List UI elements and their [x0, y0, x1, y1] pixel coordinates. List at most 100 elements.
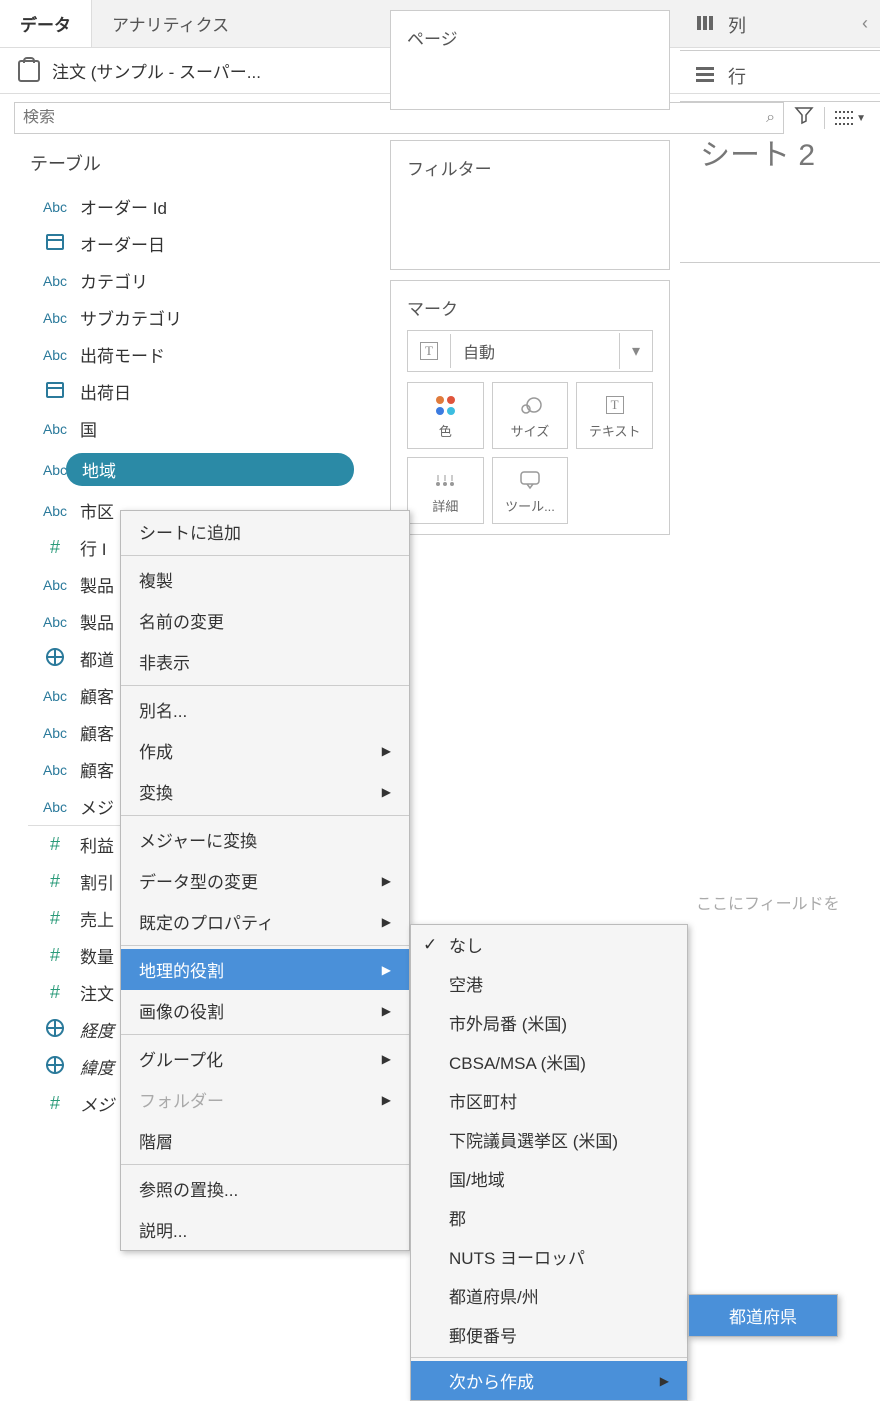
field-context-menu: シートに追加複製名前の変更非表示別名...作成▶変換▶ メジャーに変換データ型の変… [120, 510, 410, 1251]
field-name: 緯度 [80, 1054, 114, 1079]
submenu-item[interactable]: 市外局番 (米国) [411, 1003, 687, 1042]
context-menu-item[interactable]: 画像の役割▶ [121, 990, 409, 1031]
create-from-flyout: 都道府県 [688, 1294, 838, 1337]
pages-shelf[interactable]: ページ [390, 10, 670, 110]
submenu-item[interactable]: 市区町村 [411, 1081, 687, 1120]
abc-icon: Abc [36, 310, 74, 326]
submenu-item[interactable]: CBSA/MSA (米国) [411, 1042, 687, 1081]
context-menu-item[interactable]: 非表示 [121, 641, 409, 682]
field-pill-selected: 地域 [66, 453, 354, 486]
encoding-detail[interactable]: 詳細 [407, 457, 484, 524]
abc-icon: Abc [36, 799, 74, 815]
encoding-text[interactable]: T テキスト [576, 382, 653, 449]
size-icon [497, 391, 564, 419]
field-name: 顧客 [80, 757, 114, 782]
section-tables-title: テーブル [0, 142, 372, 188]
hash-icon: # [36, 945, 74, 966]
marks-title: マーク [401, 295, 659, 320]
field-name: カテゴリ [80, 268, 148, 293]
context-menu-item[interactable]: データ型の変更▶ [121, 860, 409, 901]
columns-shelf[interactable]: 列 [680, 0, 880, 51]
field-name: 市区 [80, 498, 114, 523]
submenu-item[interactable]: 空港 [411, 964, 687, 1003]
field-name: 経度 [80, 1017, 114, 1042]
context-menu-item[interactable]: 名前の変更 [121, 600, 409, 641]
submenu-item[interactable]: NUTS ヨーロッパ [411, 1237, 687, 1276]
context-menu-item[interactable]: メジャーに変換 [121, 819, 409, 860]
field-name: 製品 [80, 572, 114, 597]
submenu-item[interactable]: 下院議員選挙区 (米国) [411, 1120, 687, 1159]
field-item[interactable]: Abc カテゴリ [0, 262, 372, 299]
context-menu-item[interactable]: 地理的役割▶ [121, 949, 409, 990]
field-item[interactable]: Abc地域 [0, 447, 372, 492]
context-menu-item[interactable]: シートに追加 [121, 511, 409, 552]
context-menu-item[interactable]: 別名... [121, 689, 409, 730]
encoding-color[interactable]: 色 [407, 382, 484, 449]
flyout-item-prefecture[interactable]: 都道府県 [689, 1295, 837, 1336]
field-name: 製品 [80, 609, 114, 634]
context-menu-item: フォルダー▶ [121, 1079, 409, 1120]
tooltip-icon [497, 466, 564, 494]
context-menu-item[interactable]: 階層 [121, 1120, 409, 1161]
submenu-item[interactable]: 都道府県/州 [411, 1276, 687, 1315]
abc-icon: Abc [36, 421, 74, 437]
columns-icon [696, 15, 714, 36]
submenu-arrow-icon: ▶ [660, 1374, 669, 1388]
field-name: 顧客 [80, 683, 114, 708]
hash-icon: # [36, 1093, 74, 1114]
field-item[interactable]: Abc国 [0, 410, 372, 447]
tab-analytics-label: アナリティクス [112, 11, 229, 36]
encoding-tooltip[interactable]: ツール... [492, 457, 569, 524]
date-icon [36, 234, 74, 253]
sheet-title[interactable]: シート 2 [680, 102, 880, 202]
data-source-name: 注文 (サンプル - スーパー... [52, 58, 261, 83]
context-menu-item[interactable]: 変換▶ [121, 771, 409, 812]
submenu-item[interactable]: 国/地域 [411, 1159, 687, 1198]
context-menu-item[interactable]: 既定のプロパティ▶ [121, 901, 409, 942]
submenu-arrow-icon: ▶ [382, 1052, 391, 1066]
globe-icon [36, 1019, 74, 1040]
field-name: 割引 [80, 869, 114, 894]
context-menu-item[interactable]: 複製 [121, 559, 409, 600]
filters-shelf[interactable]: フィルター [390, 140, 670, 270]
field-name: メジ [80, 1091, 114, 1116]
field-name: サブカテゴリ [80, 305, 182, 330]
marks-type-dropdown-icon[interactable]: ▾ [619, 333, 652, 369]
submenu-arrow-icon: ▶ [382, 744, 391, 758]
submenu-item[interactable]: ✓なし [411, 925, 687, 964]
submenu-item[interactable]: 次から作成▶ [411, 1361, 687, 1400]
check-icon: ✓ [423, 935, 437, 955]
rows-shelf[interactable]: 行 [680, 51, 880, 102]
abc-icon: Abc [36, 762, 74, 778]
field-item[interactable]: Abc サブカテゴリ [0, 299, 372, 336]
context-menu-item[interactable]: 作成▶ [121, 730, 409, 771]
marks-encodings: 色 サイズ T テキスト 詳細 ツール... [401, 382, 659, 524]
field-name: メジ [80, 794, 114, 819]
context-menu-item[interactable]: 参照の置換... [121, 1168, 409, 1209]
encoding-size[interactable]: サイズ [492, 382, 569, 449]
detail-icon [412, 466, 479, 494]
field-item[interactable]: Abcオーダー Id [0, 188, 372, 225]
globe-icon [36, 1056, 74, 1077]
field-item[interactable]: オーダー日 [0, 225, 372, 262]
field-item[interactable]: 出荷日 [0, 373, 372, 410]
submenu-arrow-icon: ▶ [382, 874, 391, 888]
marks-type-label: 自動 [451, 331, 619, 371]
hash-icon: # [36, 908, 74, 929]
field-name: オーダー Id [80, 194, 167, 219]
submenu-arrow-icon: ▶ [382, 1004, 391, 1018]
submenu-item[interactable]: 郡 [411, 1198, 687, 1237]
field-item[interactable]: Abc出荷モード [0, 336, 372, 373]
shelves-area: ページ フィルター マーク T 自動 ▾ 色 サイズ T テキスト [390, 0, 670, 535]
submenu-item[interactable]: 郵便番号 [411, 1315, 687, 1354]
submenu-arrow-icon: ▶ [382, 1093, 391, 1107]
context-menu-item[interactable]: グループ化▶ [121, 1038, 409, 1079]
field-name: 出荷日 [80, 379, 131, 404]
abc-icon: Abc [36, 347, 74, 363]
marks-type-selector[interactable]: T 自動 ▾ [407, 330, 653, 372]
tab-data[interactable]: データ [0, 0, 91, 47]
context-menu-item[interactable]: 説明... [121, 1209, 409, 1250]
abc-icon: Abc [36, 273, 74, 289]
field-name: 利益 [80, 832, 114, 857]
field-name: オーダー日 [80, 231, 165, 256]
